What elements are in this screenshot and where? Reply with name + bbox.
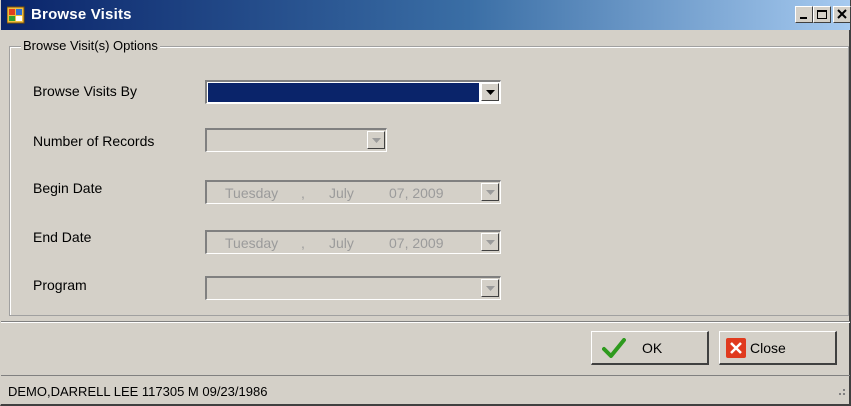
end-date-weekday[interactable]: Tuesday xyxy=(225,235,278,251)
end-date-picker[interactable]: Tuesday , July 07, 2009 xyxy=(205,230,501,254)
red-x-icon xyxy=(726,338,746,363)
browse-by-combo[interactable] xyxy=(205,80,501,104)
maximize-button[interactable] xyxy=(813,6,831,23)
close-icon xyxy=(837,9,847,19)
ok-button-label: OK xyxy=(642,340,663,356)
minimize-button[interactable] xyxy=(795,6,813,23)
num-records-dropdown-button[interactable] xyxy=(367,131,385,149)
end-date-label: End Date xyxy=(33,229,92,245)
begin-date-separator: , xyxy=(301,185,305,201)
begin-date-picker[interactable]: Tuesday , July 07, 2009 xyxy=(205,180,501,204)
num-records-combo[interactable] xyxy=(205,128,387,152)
status-bar: DEMO,DARRELL LEE 117305 M 09/23/1986 xyxy=(1,375,850,405)
chevron-down-icon xyxy=(486,90,495,95)
browse-by-selected xyxy=(208,83,479,102)
browse-by-label: Browse Visits By xyxy=(33,83,137,99)
chevron-down-icon xyxy=(486,190,495,195)
close-button[interactable]: Close xyxy=(719,331,837,365)
maximize-icon xyxy=(817,10,827,19)
chevron-down-icon xyxy=(486,240,495,245)
close-window-button[interactable] xyxy=(833,6,851,23)
begin-date-dropdown-button[interactable] xyxy=(481,183,499,201)
chevron-down-icon xyxy=(486,286,495,291)
options-group-legend: Browse Visit(s) Options xyxy=(21,38,160,53)
browse-by-dropdown-button[interactable] xyxy=(481,83,499,101)
program-value xyxy=(208,279,479,298)
end-date-day-year[interactable]: 07, 2009 xyxy=(389,235,444,251)
begin-date-day-year[interactable]: 07, 2009 xyxy=(389,185,444,201)
close-button-label: Close xyxy=(750,340,786,356)
chevron-down-icon xyxy=(372,138,381,143)
num-records-label: Number of Records xyxy=(33,133,155,149)
minimize-icon xyxy=(800,17,807,19)
resize-grip-icon[interactable] xyxy=(836,383,846,401)
app-icon xyxy=(6,6,25,24)
checkmark-icon xyxy=(602,338,626,363)
title-bar[interactable]: Browse Visits xyxy=(1,0,851,30)
num-records-value xyxy=(208,131,365,150)
end-date-separator: , xyxy=(301,235,305,251)
program-combo[interactable] xyxy=(205,276,501,300)
end-date-month[interactable]: July xyxy=(329,235,354,251)
program-dropdown-button[interactable] xyxy=(481,279,499,297)
window-title: Browse Visits xyxy=(31,6,132,23)
browse-visits-window: Browse Visits Browse Visit(s) Options Br… xyxy=(0,0,851,406)
begin-date-weekday[interactable]: Tuesday xyxy=(225,185,278,201)
program-label: Program xyxy=(33,277,87,293)
patient-info: DEMO,DARRELL LEE 117305 M 09/23/1986 xyxy=(8,384,268,399)
end-date-dropdown-button[interactable] xyxy=(481,233,499,251)
button-area-divider xyxy=(1,321,850,323)
ok-button[interactable]: OK xyxy=(591,331,709,365)
begin-date-label: Begin Date xyxy=(33,180,103,196)
begin-date-month[interactable]: July xyxy=(329,185,354,201)
